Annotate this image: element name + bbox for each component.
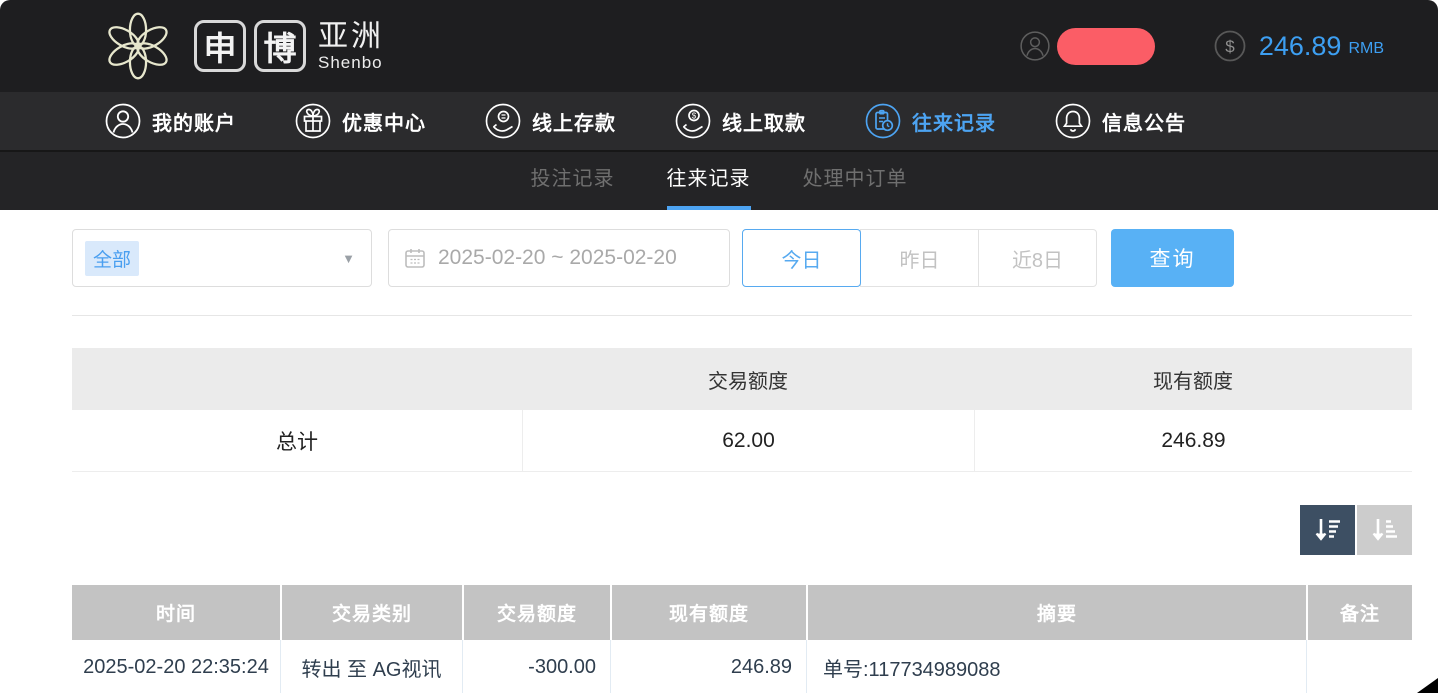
records-header-remark: 备注 <box>1306 585 1412 640</box>
logo-char-2: 博 <box>264 22 297 70</box>
tab-betting-records[interactable]: 投注记录 <box>531 152 615 210</box>
top-header: 申 博 亚洲 Shenbo $ <box>0 0 1438 92</box>
summary-table-header: 交易额度 现有额度 <box>72 348 1412 410</box>
brand-logo[interactable]: 申 博 亚洲 Shenbo <box>100 8 384 84</box>
nav-item-withdraw[interactable]: $ 线上取款 <box>674 102 806 140</box>
nav-item-my-account[interactable]: 我的账户 <box>104 102 236 140</box>
type-select-value: 全部 <box>85 241 139 276</box>
corner-resize-triangle <box>1417 678 1438 693</box>
date-range-input[interactable]: 2025-02-20 ~ 2025-02-20 <box>388 229 730 287</box>
sort-ascending-button[interactable] <box>1357 505 1412 555</box>
record-summary: 单号:117734989088 <box>806 640 1306 693</box>
main-content: 全部 ▼ 2025-02-20 ~ 2025-02-20 今日 昨日 近8日 查 <box>72 229 1412 693</box>
nav-item-label: 线上取款 <box>722 107 806 136</box>
flower-pinwheel-icon <box>100 8 176 84</box>
summary-header-transaction-amount: 交易额度 <box>522 365 974 394</box>
calendar-icon <box>403 246 427 270</box>
summary-header-current-balance: 现有额度 <box>974 365 1412 394</box>
quick-range-today-button[interactable]: 今日 <box>742 229 861 287</box>
balance-currency: RMB <box>1348 40 1384 58</box>
sort-ascending-icon <box>1369 514 1401 546</box>
nav-item-label: 线上存款 <box>532 107 616 136</box>
sort-controls <box>72 505 1412 555</box>
logo-subtitle: Shenbo <box>318 54 384 71</box>
quick-range-last8days-button[interactable]: 近8日 <box>978 229 1097 287</box>
nav-item-deposit[interactable]: 线上存款 <box>484 102 616 140</box>
main-nav: 我的账户 优惠中心 <box>0 92 1438 152</box>
logo-char-1: 申 <box>204 22 237 70</box>
user-icon <box>104 102 142 140</box>
records-header-current-balance: 现有额度 <box>610 585 806 640</box>
quick-range-yesterday-button[interactable]: 昨日 <box>860 229 979 287</box>
nav-item-transaction-records[interactable]: 往来记录 <box>864 102 996 140</box>
page: 申 博 亚洲 Shenbo $ <box>0 0 1438 693</box>
username-redacted-pill[interactable] <box>1057 28 1155 65</box>
balance-amount: 246.89 <box>1259 31 1342 62</box>
transaction-records-icon <box>864 102 902 140</box>
tab-processing-orders[interactable]: 处理中订单 <box>803 152 908 210</box>
records-header-transaction-amount: 交易额度 <box>462 585 610 640</box>
nav-item-label: 往来记录 <box>912 107 996 136</box>
gift-icon <box>294 102 332 140</box>
summary-total-current-balance: 246.89 <box>974 410 1412 471</box>
logo-char-box-1: 申 <box>194 20 246 72</box>
records-table-header: 时间 交易类别 交易额度 现有额度 摘要 备注 <box>72 585 1412 640</box>
summary-total-transaction-amount: 62.00 <box>522 410 974 471</box>
sort-descending-icon <box>1312 514 1344 546</box>
records-table: 时间 交易类别 交易额度 现有额度 摘要 备注 2025-02-20 22:35… <box>72 585 1412 693</box>
record-time: 2025-02-20 22:35:24 <box>72 640 280 693</box>
filter-bar: 全部 ▼ 2025-02-20 ~ 2025-02-20 今日 昨日 近8日 查 <box>72 229 1412 287</box>
user-circle-icon[interactable] <box>1019 30 1051 62</box>
search-button[interactable]: 查询 <box>1111 229 1234 287</box>
summary-total-label: 总计 <box>72 410 522 471</box>
deposit-coin-hand-icon <box>484 102 522 140</box>
chevron-down-icon: ▼ <box>342 251 355 266</box>
svg-text:$: $ <box>692 112 697 121</box>
tab-transaction-records[interactable]: 往来记录 <box>667 152 751 210</box>
records-header-time: 时间 <box>72 585 280 640</box>
record-current-balance: 246.89 <box>610 640 806 693</box>
bell-icon <box>1054 102 1092 140</box>
logo-region: 亚洲 Shenbo <box>318 22 384 71</box>
record-remark <box>1306 640 1412 693</box>
date-range-value: 2025-02-20 ~ 2025-02-20 <box>438 246 677 270</box>
nav-item-announcements[interactable]: 信息公告 <box>1054 102 1186 140</box>
sort-descending-button[interactable] <box>1300 505 1355 555</box>
nav-item-label: 我的账户 <box>152 107 236 136</box>
table-row: 2025-02-20 22:35:24 转出 至 AG视讯 -300.00 24… <box>72 640 1412 693</box>
quick-range-group: 今日 昨日 近8日 <box>742 229 1097 287</box>
type-select[interactable]: 全部 ▼ <box>72 229 372 287</box>
nav-item-label: 优惠中心 <box>342 107 426 136</box>
dollar-coin-icon: $ <box>1213 29 1247 63</box>
nav-item-promotions[interactable]: 优惠中心 <box>294 102 426 140</box>
record-type: 转出 至 AG视讯 <box>280 640 462 693</box>
nav-item-label: 信息公告 <box>1102 107 1186 136</box>
record-tabs: 投注记录 往来记录 处理中订单 <box>0 152 1438 210</box>
withdraw-dollar-hand-icon: $ <box>674 102 712 140</box>
svg-text:$: $ <box>1225 37 1235 56</box>
section-divider <box>72 315 1412 316</box>
logo-region-text: 亚洲 <box>318 22 384 52</box>
summary-table: 交易额度 现有额度 总计 62.00 246.89 <box>72 348 1412 472</box>
record-transaction-amount: -300.00 <box>462 640 610 693</box>
logo-char-box-2: 博 <box>254 20 306 72</box>
records-header-type: 交易类别 <box>280 585 462 640</box>
summary-total-row: 总计 62.00 246.89 <box>72 410 1412 472</box>
header-account-area: $ 246.89 RMB <box>1019 28 1438 65</box>
records-header-summary: 摘要 <box>806 585 1306 640</box>
